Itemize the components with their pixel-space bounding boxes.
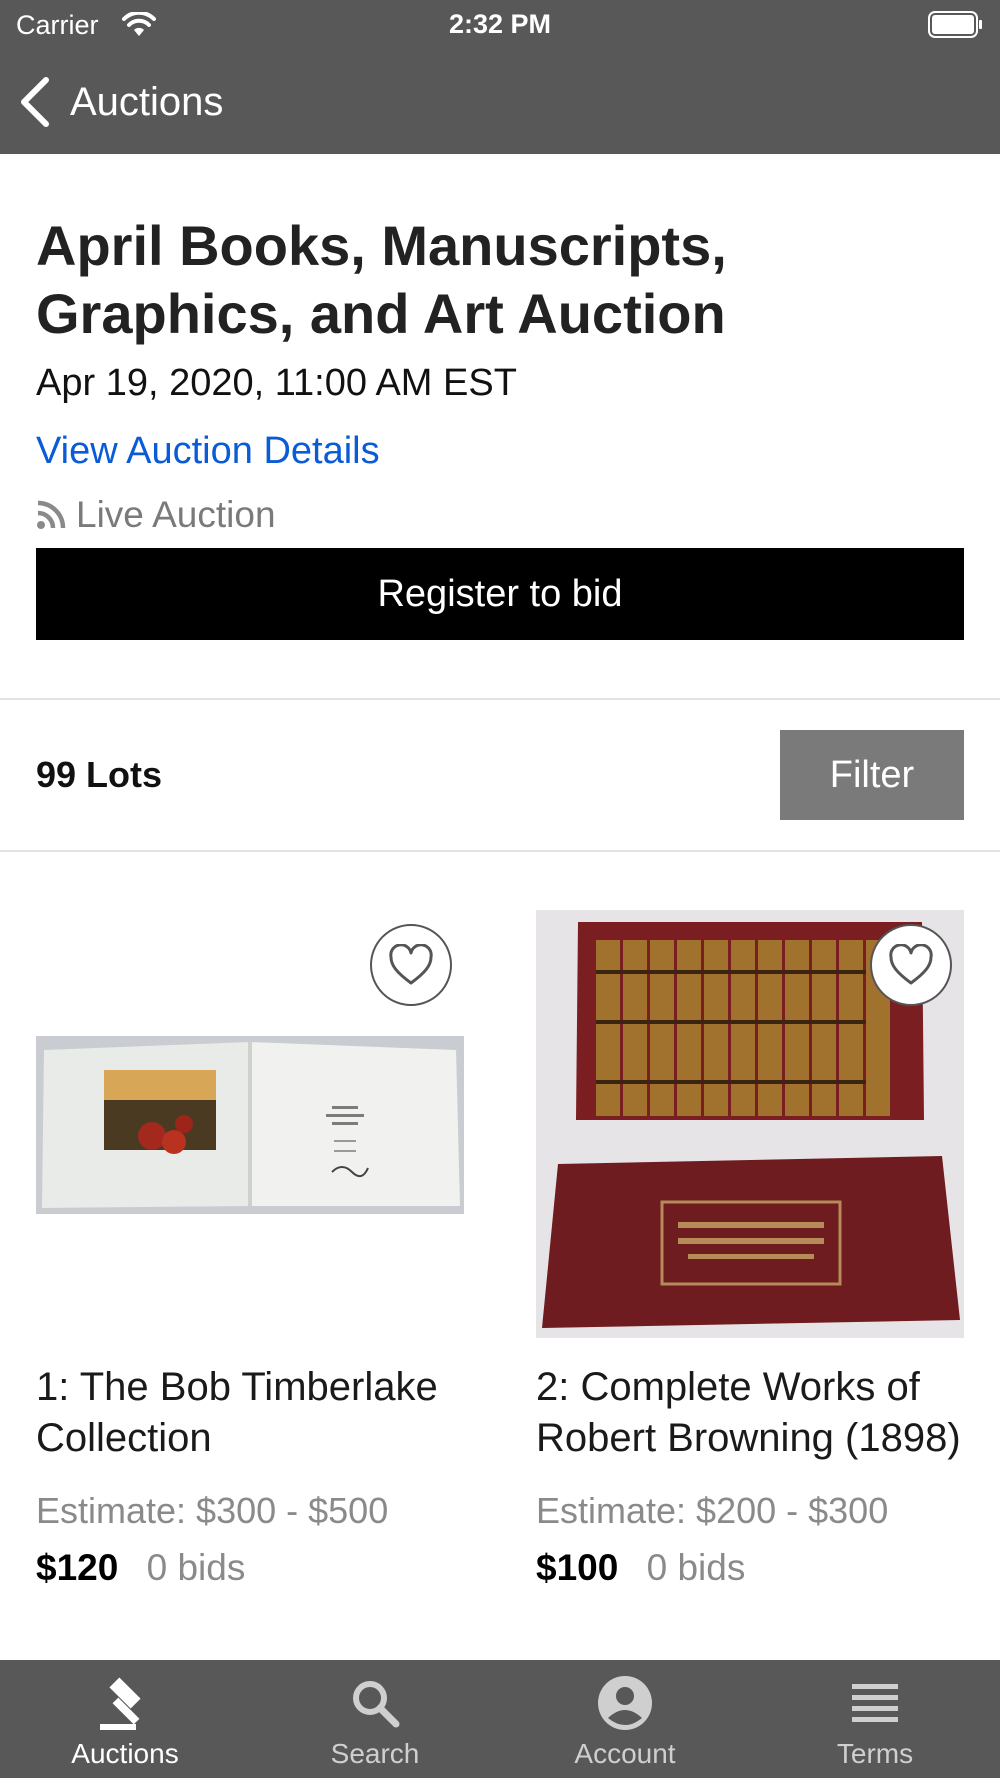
lot-bid-count: 0 bids <box>646 1547 746 1588</box>
lot-estimate: Estimate: $300 - $500 <box>36 1490 389 1531</box>
lot-current-price: $120 <box>36 1547 119 1588</box>
lot-estimate: Estimate: $200 - $300 <box>536 1490 889 1531</box>
live-auction-indicator: Live Auction <box>36 494 276 536</box>
view-auction-details-link[interactable]: View Auction Details <box>36 430 380 473</box>
tab-search[interactable]: Search <box>250 1660 500 1778</box>
lot-bid-count: 0 bids <box>146 1547 246 1588</box>
status-bar: Carrier 2:32 PM <box>0 0 1000 50</box>
live-auction-label: Live Auction <box>76 494 276 535</box>
status-time: 2:32 PM <box>448 9 552 39</box>
auction-date: Apr 19, 2020, 11:00 AM EST <box>36 362 517 404</box>
tab-auctions[interactable]: Auctions <box>0 1660 250 1778</box>
favorite-button[interactable] <box>870 924 952 1006</box>
tab-terms[interactable]: Terms <box>750 1660 1000 1778</box>
top-bar: Carrier 2:32 PM Auctions <box>0 0 1000 154</box>
search-icon <box>353 1681 400 1728</box>
back-button-label: Auctions <box>70 79 224 124</box>
lot-bid-info: $120 0 bids <box>36 1547 245 1589</box>
section-divider <box>0 698 1000 700</box>
lot-bid-info: $100 0 bids <box>536 1547 745 1589</box>
rss-icon <box>37 500 66 529</box>
tab-label: Account <box>574 1738 676 1769</box>
filter-button[interactable]: Filter <box>780 730 964 820</box>
heart-icon <box>889 944 933 985</box>
auction-title: April Books, Manuscripts, Graphics, and … <box>36 214 727 345</box>
heart-icon <box>389 944 433 985</box>
app-screen: Carrier 2:32 PM Auctions April Books, Ma <box>0 0 1000 1778</box>
register-to-bid-button[interactable]: Register to bid <box>36 548 964 640</box>
tab-account[interactable]: Account <box>500 1660 750 1778</box>
battery-icon <box>928 11 982 38</box>
tab-label: Terms <box>836 1738 914 1769</box>
tab-label: Auctions <box>71 1738 179 1769</box>
lot-card[interactable]: 2: Complete Works of Robert Browning (18… <box>536 910 964 1600</box>
tab-label: Search <box>330 1738 420 1769</box>
list-icon <box>852 1684 898 1722</box>
favorite-button[interactable] <box>370 924 452 1006</box>
lot-title: 2: Complete Works of Robert Browning (18… <box>536 1365 961 1460</box>
navigation-bar: Auctions <box>0 50 1000 154</box>
back-button[interactable]: Auctions <box>18 72 223 132</box>
lot-current-price: $100 <box>536 1547 619 1588</box>
chevron-left-icon <box>21 77 49 127</box>
section-divider <box>0 850 1000 852</box>
tab-bar: Auctions Search Account Terms <box>0 1660 1000 1778</box>
lots-count: 99 Lots <box>36 754 163 795</box>
lot-card[interactable]: 1: The Bob Timberlake Collection Estimat… <box>36 910 464 1600</box>
lot-title: 1: The Bob Timberlake Collection <box>36 1365 438 1460</box>
gavel-icon <box>100 1677 141 1730</box>
account-icon <box>598 1676 652 1730</box>
